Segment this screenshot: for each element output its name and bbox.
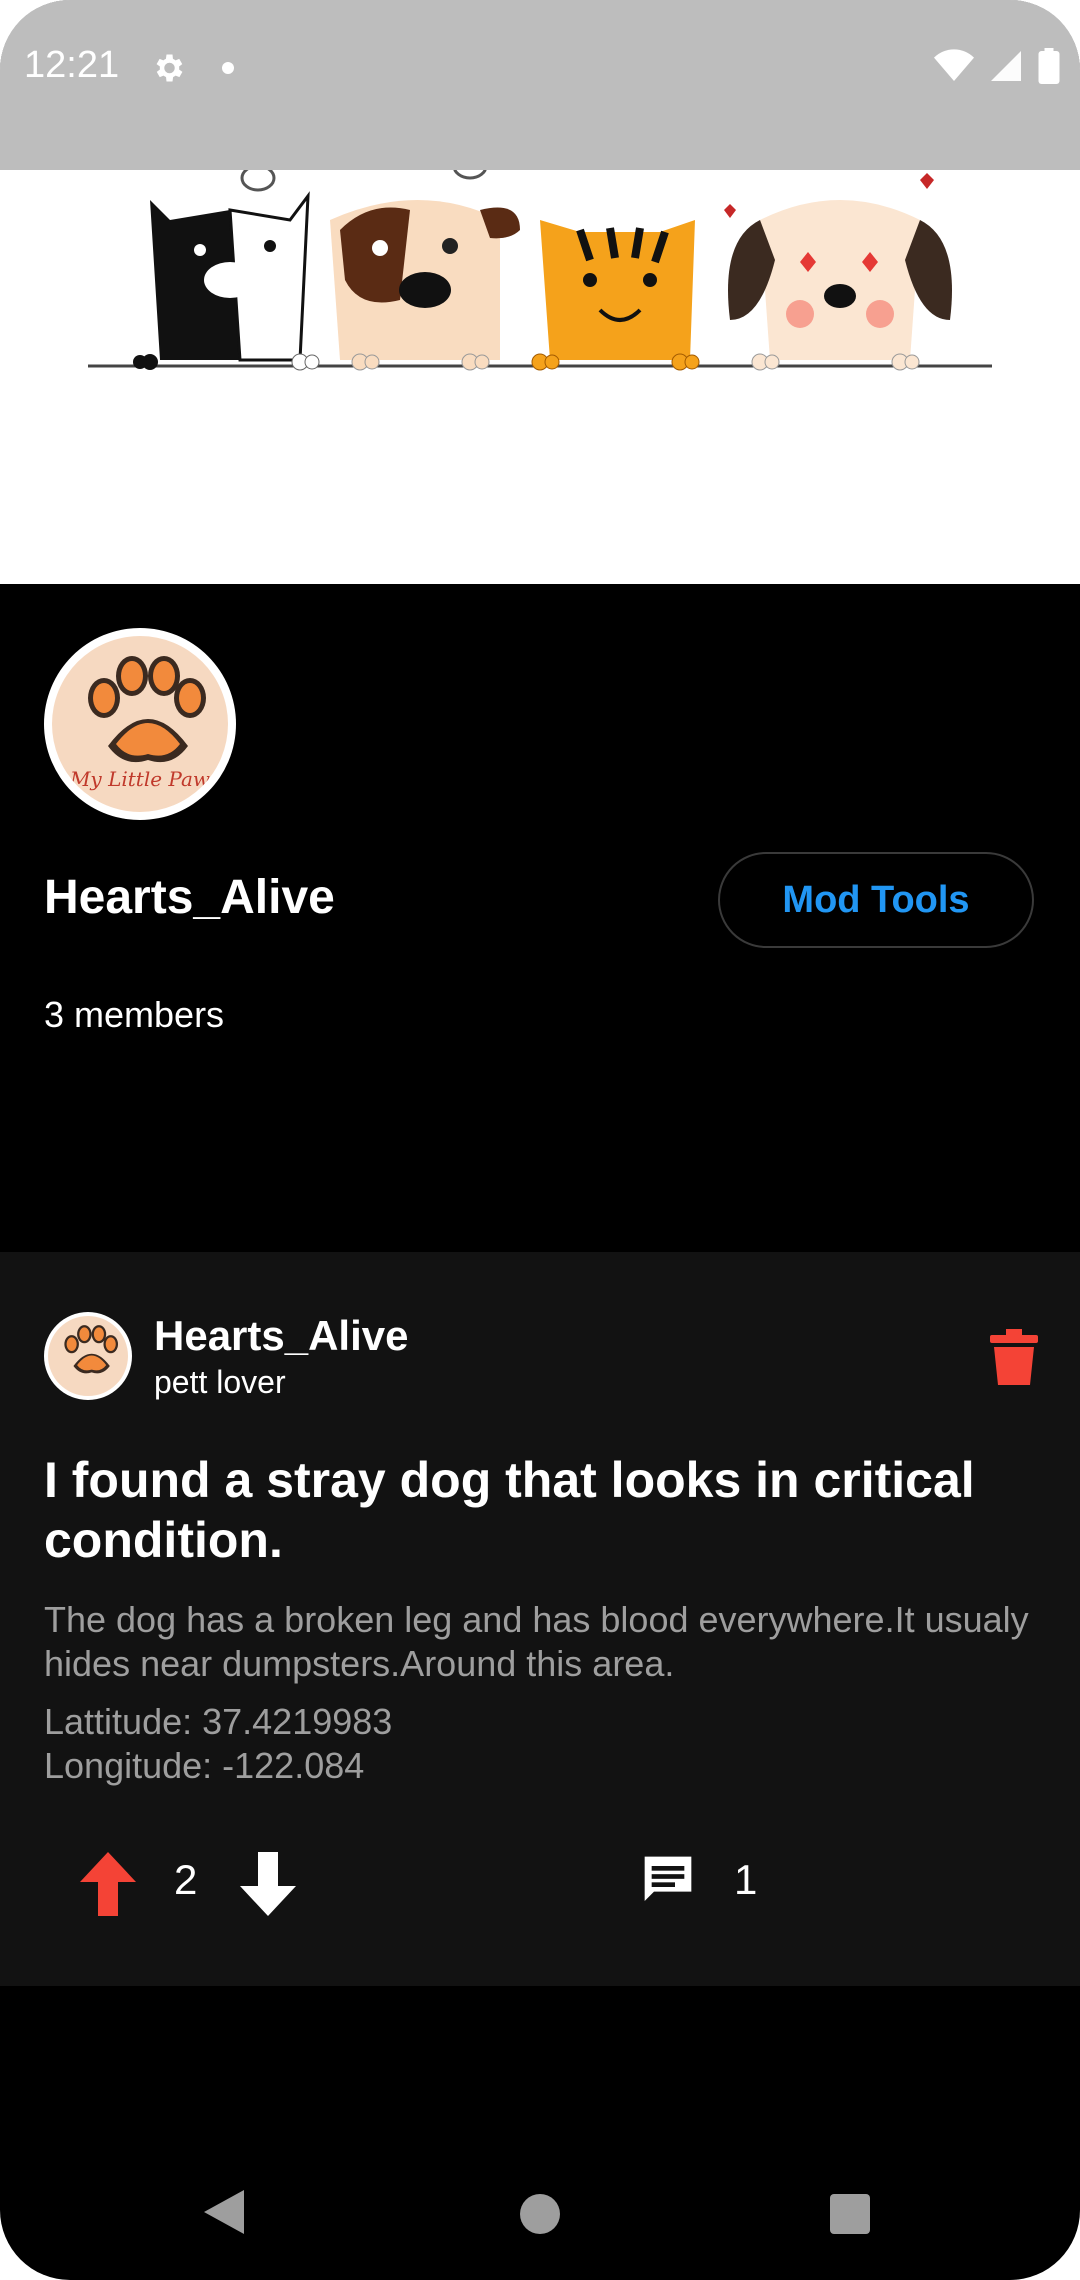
- comment-count: 1: [734, 1856, 758, 1903]
- post-body: The dog has a broken leg and has blood e…: [44, 1599, 1029, 1684]
- delete-icon[interactable]: [990, 1328, 1038, 1386]
- dog-illustration-1: [330, 200, 520, 371]
- signal-icon: [991, 51, 1021, 81]
- dog-illustration-2: [728, 200, 952, 371]
- downvote-arrow-icon[interactable]: [240, 1852, 296, 1916]
- community-name: Hearts_Alive: [44, 871, 335, 924]
- gear-icon: [156, 54, 183, 82]
- avatar-logo-text: My Little Paw: [69, 767, 210, 791]
- community-avatar: My Little Paw: [44, 628, 236, 820]
- paw-logo-small-icon: [64, 1325, 118, 1374]
- post-location: Lattitude: 37.4219983 Longitude: -122.08…: [44, 1700, 1034, 1788]
- status-time: 12:21: [24, 44, 120, 86]
- post-author-name[interactable]: Hearts_Alive: [154, 1312, 408, 1360]
- home-icon[interactable]: [520, 2194, 560, 2234]
- vote-count: 2: [174, 1856, 198, 1903]
- post-author-flair: pett lover: [154, 1364, 286, 1400]
- recents-icon[interactable]: [830, 2194, 870, 2234]
- post-card[interactable]: Hearts_Alive pett lover I found a stray …: [0, 1252, 1080, 1986]
- post-longitude: Longitude: -122.084: [44, 1745, 365, 1786]
- app-screen: 12:21 My Little Paw Hearts_Alive Mod Too…: [0, 0, 1080, 2280]
- post-latitude: Lattitude: 37.4219983: [44, 1701, 393, 1742]
- post-author-avatar[interactable]: [44, 1312, 132, 1400]
- wifi-icon: [934, 49, 974, 81]
- battery-icon: [1038, 48, 1060, 84]
- mod-tools-button[interactable]: Mod Tools: [718, 852, 1034, 948]
- cat-illustration: [133, 191, 320, 371]
- system-nav-bar: [0, 2150, 1080, 2280]
- upvote-arrow-icon[interactable]: [80, 1852, 136, 1916]
- notification-dot-icon: [222, 62, 234, 74]
- status-icons: [934, 48, 1060, 84]
- status-bar: 12:21: [0, 0, 1080, 170]
- comment-icon[interactable]: [640, 1852, 696, 1908]
- back-icon[interactable]: [204, 2190, 244, 2234]
- member-count: 3 members: [44, 994, 225, 1035]
- post-title[interactable]: I found a stray dog that looks in critic…: [44, 1450, 1034, 1570]
- tiger-cat-illustration: [531, 220, 700, 371]
- paw-logo-icon: My Little Paw: [69, 656, 210, 791]
